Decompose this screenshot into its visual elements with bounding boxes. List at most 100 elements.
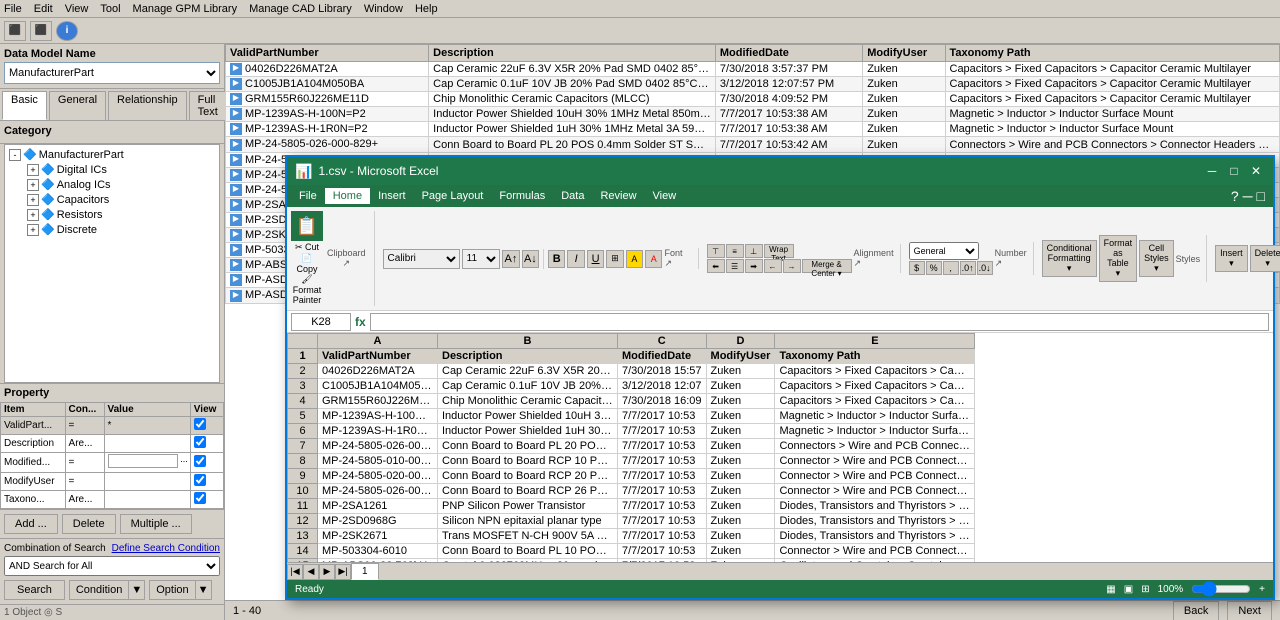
excel-cell-e5[interactable]: Magnetic > Inductor > Inductor Surface M… — [775, 409, 975, 424]
excel-table-row[interactable]: 3 C1005JB1A104M050BA Cap Ceramic 0.1uF 1… — [288, 379, 975, 394]
tree-item-manufacturerpart[interactable]: - 🔷 ManufacturerPart — [7, 147, 217, 162]
excel-cell-e12[interactable]: Diodes, Transistors and Thyristors > Bip… — [775, 514, 975, 529]
tree-item-analogics[interactable]: + 🔷 Analog ICs — [7, 177, 217, 192]
option-button[interactable]: Option — [149, 580, 195, 600]
excel-cell-e6[interactable]: Magnetic > Inductor > Inductor Surface M… — [775, 424, 975, 439]
menu-manage-cad[interactable]: Manage CAD Library — [249, 3, 352, 15]
col-header-date[interactable]: ModifiedDate — [715, 45, 862, 62]
excel-view-layout[interactable]: ▣ — [1124, 584, 1133, 595]
percent-btn[interactable]: % — [926, 261, 942, 275]
excel-cell-d2[interactable]: Zuken — [706, 364, 775, 379]
wrap-text-btn[interactable]: Wrap Text — [764, 244, 794, 258]
currency-btn[interactable]: $ — [909, 261, 925, 275]
tree-item-resistors[interactable]: + 🔷 Resistors — [7, 207, 217, 222]
excel-cell-b11[interactable]: PNP Silicon Power Transistor — [438, 499, 618, 514]
excel-cell-b7[interactable]: Conn Board to Board PL 20 POS 0.4mm Sold… — [438, 439, 618, 454]
excel-cell-b1[interactable]: Description — [438, 349, 618, 364]
table-row[interactable]: ▶04026D226MAT2A Cap Ceramic 22uF 6.3V X5… — [226, 62, 1280, 77]
search-combo-select[interactable]: AND Search for All OR Search for All — [4, 556, 220, 576]
condition-dropdown[interactable]: ▼ — [129, 580, 145, 600]
toolbar-btn-2[interactable]: ⬛ — [30, 21, 52, 41]
expand-btn-discrete[interactable]: + — [27, 224, 39, 236]
excel-cell-a4[interactable]: GRM155R60J226ME11D — [318, 394, 438, 409]
excel-cell-e10[interactable]: Connector > Wire and PCB Connector > Con… — [775, 484, 975, 499]
bold-btn[interactable]: B — [548, 250, 565, 268]
paste-icon[interactable]: 📋 — [291, 211, 323, 241]
excel-cell-c10[interactable]: 7/7/2017 10:53 — [618, 484, 707, 499]
prop-view-3[interactable] — [190, 453, 223, 473]
excel-cell-a6[interactable]: MP-1239AS-H-1R0N=P2 — [318, 424, 438, 439]
menu-view[interactable]: View — [65, 3, 89, 15]
expand-btn-resistors[interactable]: + — [27, 209, 39, 221]
excel-cell-e4[interactable]: Capacitors > Fixed Capacitors > Capacito… — [775, 394, 975, 409]
fill-color-btn[interactable]: A — [626, 250, 643, 268]
align-middle-btn[interactable]: ≡ — [726, 244, 744, 258]
excel-cell-d5[interactable]: Zuken — [706, 409, 775, 424]
sheet-tab-1[interactable]: 1 — [351, 563, 379, 580]
align-left-btn[interactable]: ⬅ — [707, 259, 725, 273]
tree-item-discrete[interactable]: + 🔷 Discrete — [7, 222, 217, 237]
excel-cell-a13[interactable]: MP-2SK2671 — [318, 529, 438, 544]
excel-view-pagebreak[interactable]: ⊞ — [1141, 584, 1149, 595]
sheet-nav-first[interactable]: |◀ — [287, 564, 303, 580]
excel-cell-c11[interactable]: 7/7/2017 10:53 — [618, 499, 707, 514]
decrease-font-btn[interactable]: A↓ — [522, 250, 539, 268]
increase-font-btn[interactable]: A↑ — [502, 250, 519, 268]
expand-btn-manufacturerpart[interactable]: - — [9, 149, 21, 161]
search-button[interactable]: Search — [4, 580, 65, 600]
font-size-select[interactable]: 11 — [462, 249, 501, 269]
tab-basic[interactable]: Basic — [2, 91, 47, 120]
expand-btn-capacitors[interactable]: + — [27, 194, 39, 206]
excel-cell-a12[interactable]: MP-2SD0968G — [318, 514, 438, 529]
excel-table-container[interactable]: A B C D E 1 ValidPartNumber Description … — [287, 333, 1273, 562]
condition-button[interactable]: Condition — [69, 580, 129, 600]
align-center-btn[interactable]: ☰ — [726, 259, 744, 273]
delete-cells-btn[interactable]: Delete ▾ — [1250, 245, 1280, 272]
excel-cell-a1[interactable]: ValidPartNumber — [318, 349, 438, 364]
prop-value-1[interactable]: * — [104, 417, 190, 435]
dec-inc-btn[interactable]: .0↑ — [960, 261, 976, 275]
next-button[interactable]: Next — [1227, 601, 1272, 620]
col-header-vpn[interactable]: ValidPartNumber — [226, 45, 429, 62]
excel-cell-c3[interactable]: 3/12/2018 12:07 — [618, 379, 707, 394]
align-right-btn[interactable]: ➡ — [745, 259, 763, 273]
indent-inc-btn[interactable]: → — [783, 259, 801, 273]
excel-cell-c5[interactable]: 7/7/2017 10:53 — [618, 409, 707, 424]
prop-value-4[interactable] — [104, 473, 190, 491]
excel-maximize-btn[interactable]: □ — [1225, 162, 1243, 180]
sheet-nav-last[interactable]: ▶| — [335, 564, 351, 580]
excel-cell-d9[interactable]: Zuken — [706, 469, 775, 484]
excel-cell-b2[interactable]: Cap Ceramic 22uF 6.3V X5R 20% Pad SMD 04… — [438, 364, 618, 379]
excel-table-row[interactable]: 11 MP-2SA1261 PNP Silicon Power Transist… — [288, 499, 975, 514]
underline-btn[interactable]: U — [587, 250, 604, 268]
expand-btn-digitalics[interactable]: + — [27, 164, 39, 176]
align-top-btn[interactable]: ⊤ — [707, 244, 725, 258]
table-row[interactable]: ▶MP-24-5805-026-000-829+ Conn Board to B… — [226, 137, 1280, 152]
excel-cell-c14[interactable]: 7/7/2017 10:53 — [618, 544, 707, 559]
excel-menu-data[interactable]: Data — [553, 188, 592, 204]
excel-cell-b8[interactable]: Conn Board to Board RCP 10 POS 0.4mm Sol… — [438, 454, 618, 469]
excel-table-row[interactable]: 9 MP-24-5805-020-000-829+ Conn Board to … — [288, 469, 975, 484]
excel-cell-c4[interactable]: 7/30/2018 16:09 — [618, 394, 707, 409]
excel-menu-home[interactable]: Home — [325, 188, 370, 204]
excel-table-row[interactable]: 6 MP-1239AS-H-1R0N=P2 Inductor Power Shi… — [288, 424, 975, 439]
tab-general[interactable]: General — [49, 91, 106, 120]
col-header-desc[interactable]: Description — [429, 45, 716, 62]
excel-col-e[interactable]: E — [775, 334, 975, 349]
excel-table-row[interactable]: 8 MP-24-5805-010-000-829+ Conn Board to … — [288, 454, 975, 469]
excel-cell-d12[interactable]: Zuken — [706, 514, 775, 529]
multiple-button[interactable]: Multiple ... — [120, 514, 192, 534]
excel-table-row[interactable]: 7 MP-24-5805-026-000-829+ Conn Board to … — [288, 439, 975, 454]
excel-cell-d13[interactable]: Zuken — [706, 529, 775, 544]
excel-cell-c2[interactable]: 7/30/2018 15:57 — [618, 364, 707, 379]
excel-cell-a14[interactable]: MP-503304-6010 — [318, 544, 438, 559]
merge-center-btn[interactable]: Merge & Center ▾ — [802, 259, 852, 273]
cut-btn[interactable]: ✂ Cut — [295, 242, 319, 253]
excel-cell-a2[interactable]: 04026D226MAT2A — [318, 364, 438, 379]
excel-cell-d14[interactable]: Zuken — [706, 544, 775, 559]
add-button[interactable]: Add ... — [4, 514, 58, 534]
excel-cell-a8[interactable]: MP-24-5805-010-000-829+ — [318, 454, 438, 469]
excel-menu-formulas[interactable]: Formulas — [491, 188, 553, 204]
align-bottom-btn[interactable]: ⊥ — [745, 244, 763, 258]
menu-manage-gpm[interactable]: Manage GPM Library — [133, 3, 238, 15]
